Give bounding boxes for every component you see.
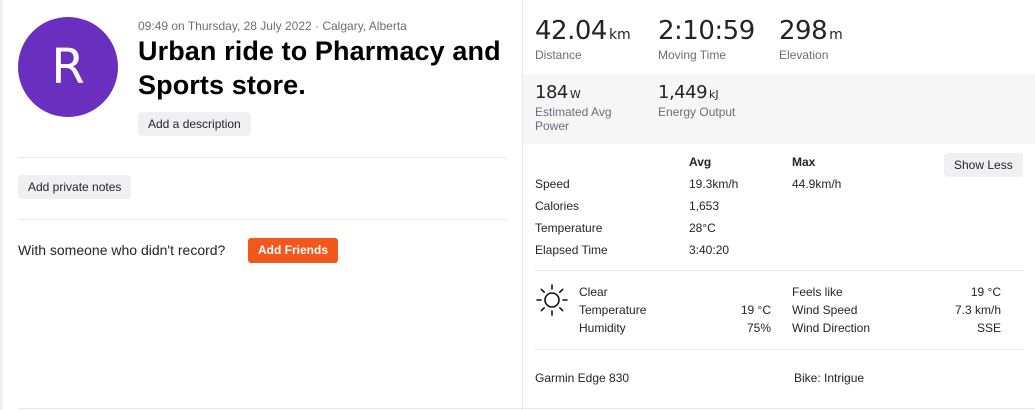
stat-value: 1,449: [658, 82, 708, 103]
row-avg-temperature: 28°C: [689, 221, 716, 235]
row-label-speed: Speed: [535, 177, 570, 191]
device-name: Garmin Edge 830: [535, 371, 630, 385]
divider: [535, 349, 1023, 350]
activity-title[interactable]: Urban ride to Pharmacy and Sports store.: [138, 34, 508, 102]
stat-distance: 42.04 km Distance: [535, 16, 631, 62]
weather-wind-speed-label: Wind Speed: [792, 303, 858, 317]
weather-wind-speed-value: 7.3 km/h: [954, 303, 1001, 317]
activity-meta: 09:49 on Thursday, 28 July 2022 · Calgar…: [138, 19, 407, 33]
divider: [18, 408, 1035, 409]
weather-condition: Clear: [579, 285, 608, 299]
divider: [535, 270, 1023, 271]
activity-summary: R 09:49 on Thursday, 28 July 2022 · Calg…: [18, 0, 506, 410]
weather-humidity-label: Humidity: [579, 321, 626, 335]
weather-temperature-value: 19 °C: [740, 303, 771, 317]
divider: [18, 157, 506, 158]
stat-label: Estimated Avg Power: [535, 105, 612, 133]
column-header-max: Max: [792, 155, 816, 169]
stats-panel: 42.04 km Distance 2:10:59 Moving Time 298…: [523, 0, 1035, 410]
stat-label: Energy Output: [658, 105, 736, 119]
show-less-button[interactable]: Show Less: [944, 153, 1023, 177]
sun-icon: [536, 284, 568, 316]
weather-feels-like-label: Feels like: [792, 285, 843, 299]
stat-label: Distance: [535, 48, 582, 62]
stat-unit: km: [608, 27, 631, 43]
divider: [18, 219, 506, 220]
weather-humidity-value: 75%: [746, 321, 771, 335]
stat-moving-time: 2:10:59 Moving Time: [658, 16, 757, 62]
avatar[interactable]: R: [18, 17, 118, 117]
row-max-speed: 44.9km/h: [792, 177, 842, 191]
row-label-elapsed-time: Elapsed Time: [535, 243, 608, 257]
weather-wind-direction-value: SSE: [976, 321, 1001, 335]
stat-elevation: 298 m Elevation: [779, 16, 843, 62]
avatar-initial: R: [51, 39, 85, 95]
stat-value: 298: [779, 16, 828, 46]
stat-unit: W: [569, 88, 581, 101]
stat-label: Moving Time: [658, 48, 727, 62]
stat-label: Elevation: [779, 48, 829, 62]
stat-value: 42.04: [535, 16, 607, 46]
with-someone-text: With someone who didn't record?: [18, 242, 226, 258]
column-header-avg: Avg: [689, 155, 712, 169]
add-private-notes-button[interactable]: Add private notes: [18, 175, 132, 199]
weather-temperature-label: Temperature: [579, 303, 647, 317]
weather-wind-direction-label: Wind Direction: [792, 321, 871, 335]
stat-unit: kJ: [709, 88, 719, 101]
add-description-button[interactable]: Add a description: [138, 112, 251, 136]
row-label-temperature: Temperature: [535, 221, 603, 235]
stat-value: 2:10:59: [658, 16, 755, 46]
row-avg-speed: 19.3km/h: [689, 177, 739, 191]
add-friends-button[interactable]: Add Friends: [248, 238, 339, 263]
weather-feels-like-value: 19 °C: [970, 285, 1001, 299]
stat-unit: m: [829, 27, 843, 43]
stat-energy-output: 1,449 kJ Energy Output: [658, 82, 735, 119]
bike-name[interactable]: Bike: Intrigue: [794, 371, 864, 385]
row-label-calories: Calories: [535, 199, 580, 213]
row-avg-calories: 1,653: [689, 199, 720, 213]
page-left-border: [0, 0, 3, 410]
stat-value: 184: [535, 82, 568, 103]
row-avg-elapsed-time: 3:40:20: [689, 243, 730, 257]
stat-estimated-avg-power: 184 W Estimated Avg Power: [535, 82, 645, 133]
